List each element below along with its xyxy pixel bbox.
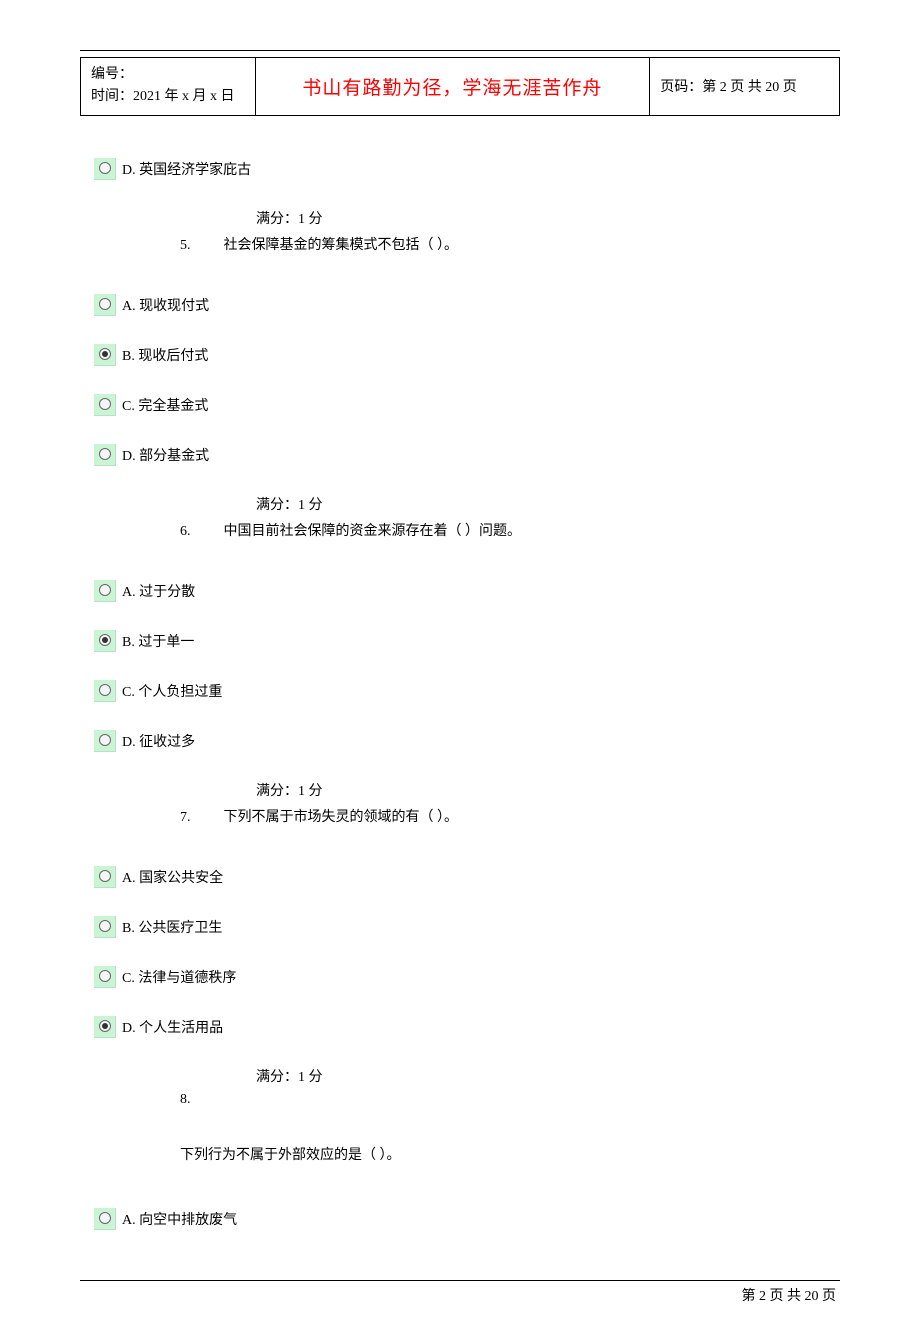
footer-rule xyxy=(80,1280,840,1281)
question-number: 8. xyxy=(180,1092,220,1108)
header-cell-left: 编号： 时间：2021 年 x 月 x 日 xyxy=(81,58,256,116)
header-id-label: 编号： xyxy=(91,64,245,86)
option-label: D. 征收过多 xyxy=(122,731,195,751)
question-line: 8. xyxy=(180,1092,840,1108)
radio-circle xyxy=(99,348,111,360)
option-label: C. 个人负担过重 xyxy=(122,681,222,701)
header-cell-right: 页码：第 2 页 共 20 页 xyxy=(650,58,840,116)
question-number: 7. xyxy=(180,810,220,826)
question-number: 5. xyxy=(180,238,220,254)
radio-icon[interactable] xyxy=(94,394,116,416)
score-line: 满分：1 分 xyxy=(256,208,840,228)
radio-icon[interactable] xyxy=(94,1208,116,1230)
radio-circle xyxy=(99,398,111,410)
option-label: B. 公共医疗卫生 xyxy=(122,917,222,937)
option-row: A. 国家公共安全 xyxy=(94,866,840,888)
radio-circle xyxy=(99,634,111,646)
score-line: 满分：1 分 xyxy=(256,1066,840,1086)
header-table: 编号： 时间：2021 年 x 月 x 日 书山有路勤为径，学海无涯苦作舟 页码… xyxy=(80,57,840,116)
option-row: A. 过于分散 xyxy=(94,580,840,602)
radio-circle xyxy=(99,1212,111,1224)
radio-circle xyxy=(99,584,111,596)
radio-circle xyxy=(99,734,111,746)
radio-circle xyxy=(99,920,111,932)
radio-icon[interactable] xyxy=(94,730,116,752)
page-container: 编号： 时间：2021 年 x 月 x 日 书山有路勤为径，学海无涯苦作舟 页码… xyxy=(0,0,920,1335)
option-label: A. 过于分散 xyxy=(122,581,195,601)
option-row: D. 部分基金式 xyxy=(94,444,840,466)
radio-icon[interactable] xyxy=(94,680,116,702)
question-text: 社会保障基金的筹集模式不包括（ ）。 xyxy=(224,238,459,253)
option-label: D. 个人生活用品 xyxy=(122,1017,223,1037)
option-label: D. 部分基金式 xyxy=(122,445,209,465)
option-row: A. 现收现付式 xyxy=(94,294,840,316)
radio-icon[interactable] xyxy=(94,630,116,652)
radio-icon[interactable] xyxy=(94,1016,116,1038)
radio-circle xyxy=(99,298,111,310)
radio-circle xyxy=(99,684,111,696)
radio-icon[interactable] xyxy=(94,344,116,366)
radio-icon[interactable] xyxy=(94,966,116,988)
radio-circle xyxy=(99,970,111,982)
score-line: 满分：1 分 xyxy=(256,780,840,800)
question-text: 下列不属于市场失灵的领域的有（ ）。 xyxy=(224,810,459,825)
question-line: 7. 下列不属于市场失灵的领域的有（ ）。 xyxy=(180,806,840,826)
option-row: B. 过于单一 xyxy=(94,630,840,652)
option-row: C. 个人负担过重 xyxy=(94,680,840,702)
option-label: B. 现收后付式 xyxy=(122,345,208,365)
radio-icon[interactable] xyxy=(94,580,116,602)
question-text: 下列行为不属于外部效应的是（ ）。 xyxy=(180,1144,840,1164)
option-row: D. 英国经济学家庇古 xyxy=(94,158,840,180)
option-row: C. 法律与道德秩序 xyxy=(94,966,840,988)
option-row: D. 征收过多 xyxy=(94,730,840,752)
header-time-label: 时间：2021 年 x 月 x 日 xyxy=(91,86,245,108)
option-label: B. 过于单一 xyxy=(122,631,194,651)
option-row: B. 公共医疗卫生 xyxy=(94,916,840,938)
question-text: 中国目前社会保障的资金来源存在着（ ）问题。 xyxy=(224,524,522,539)
radio-circle xyxy=(99,870,111,882)
option-label: D. 英国经济学家庇古 xyxy=(122,159,251,179)
radio-icon[interactable] xyxy=(94,866,116,888)
score-line: 满分：1 分 xyxy=(256,494,840,514)
option-label: A. 国家公共安全 xyxy=(122,867,223,887)
option-row: A. 向空中排放废气 xyxy=(94,1208,840,1230)
question-line: 6. 中国目前社会保障的资金来源存在着（ ）问题。 xyxy=(180,520,840,540)
radio-icon[interactable] xyxy=(94,294,116,316)
option-label: C. 完全基金式 xyxy=(122,395,208,415)
option-label: A. 现收现付式 xyxy=(122,295,209,315)
top-rule xyxy=(80,50,840,51)
radio-circle xyxy=(99,162,111,174)
option-row: B. 现收后付式 xyxy=(94,344,840,366)
radio-icon[interactable] xyxy=(94,916,116,938)
radio-icon[interactable] xyxy=(94,444,116,466)
question-number: 6. xyxy=(180,524,220,540)
option-row: C. 完全基金式 xyxy=(94,394,840,416)
radio-icon[interactable] xyxy=(94,158,116,180)
header-cell-center: 书山有路勤为径，学海无涯苦作舟 xyxy=(255,58,650,116)
radio-circle xyxy=(99,448,111,460)
option-label: C. 法律与道德秩序 xyxy=(122,967,236,987)
option-label: A. 向空中排放废气 xyxy=(122,1209,237,1229)
radio-circle xyxy=(99,1020,111,1032)
option-row: D. 个人生活用品 xyxy=(94,1016,840,1038)
question-line: 5. 社会保障基金的筹集模式不包括（ ）。 xyxy=(180,234,840,254)
